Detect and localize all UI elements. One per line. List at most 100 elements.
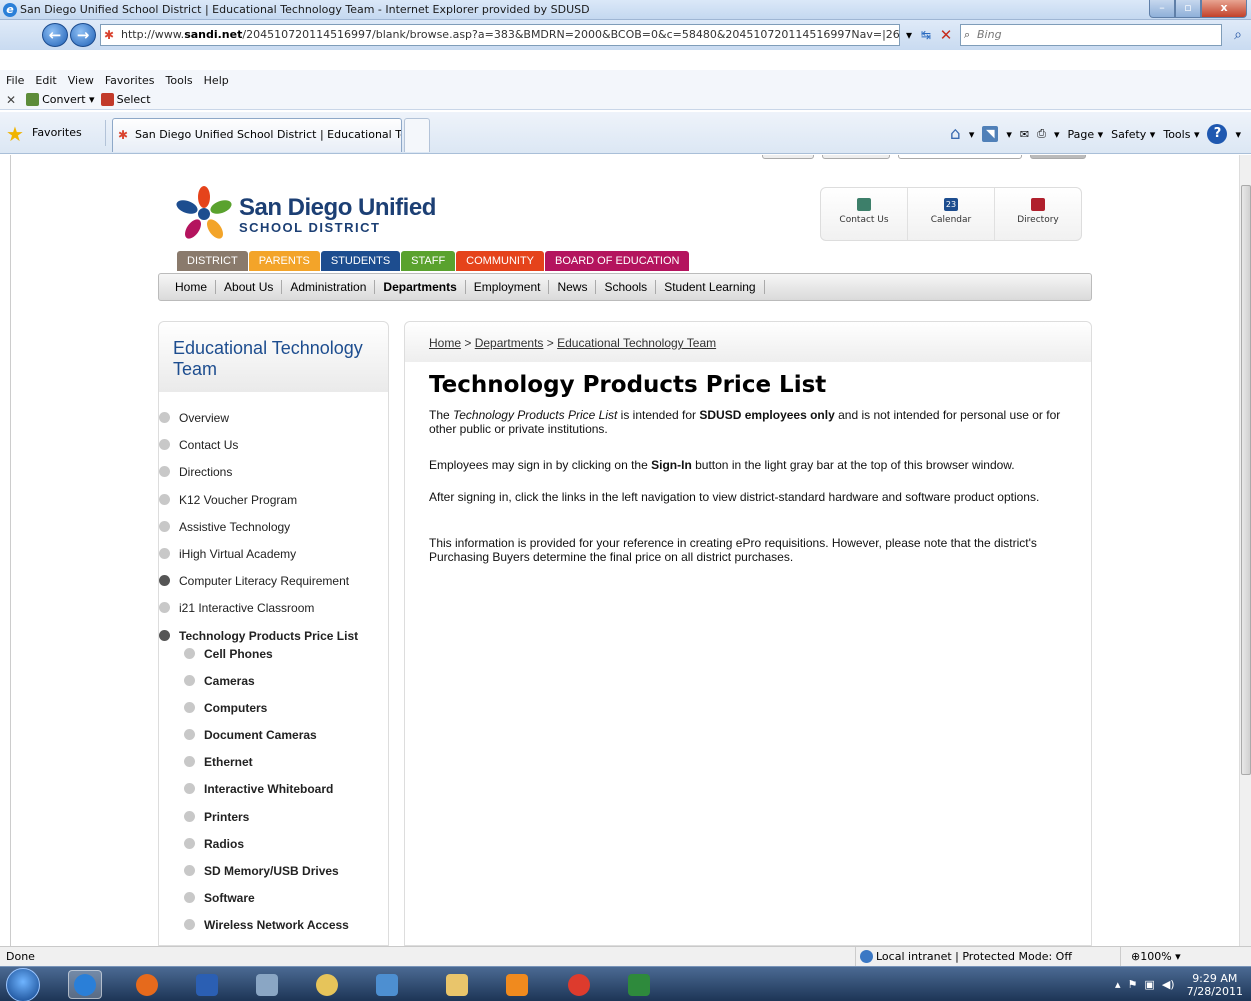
close-toolbar-icon[interactable]: ✕ [6,93,16,107]
taskbar-explorer-icon[interactable] [440,970,474,999]
sidebar-item-k12-voucher[interactable]: K12 Voucher Program [159,492,388,519]
stop-icon[interactable]: ✕ [936,24,956,46]
home-dropdown-icon[interactable]: ▾ [969,128,975,141]
nav-about-us[interactable]: About Us [216,280,283,294]
contact-us-link[interactable]: Contact Us [821,188,908,240]
home-icon[interactable]: ⌂ [950,124,961,144]
forward-button[interactable]: → [70,23,96,47]
page-menu[interactable]: Page ▾ [1067,128,1103,141]
sidebar-item-computer-literacy[interactable]: Computer Literacy Requirement [159,573,388,600]
sidebar-item-contact-us[interactable]: Contact Us [159,437,388,464]
print-icon[interactable]: ⎙ [1037,127,1046,141]
nav-news[interactable]: News [549,280,597,294]
start-button[interactable] [6,968,40,1001]
address-dropdown-icon[interactable]: ▾ [903,24,915,46]
maximize-button[interactable]: ▫ [1175,0,1201,18]
district-logo[interactable]: San Diego Unified SCHOOL DISTRICT [175,185,436,243]
tab-students[interactable]: STUDENTS [320,251,401,271]
convert-button[interactable]: Convert ▾ [26,93,95,106]
taskbar-paint-icon[interactable] [250,970,284,999]
nav-student-learning[interactable]: Student Learning [656,280,765,294]
breadcrumb-home[interactable]: Home [429,336,461,350]
sidebar-subitem-computers[interactable]: Computers [159,700,388,727]
menu-tools[interactable]: Tools [166,74,193,87]
breadcrumb-departments[interactable]: Departments [475,336,544,350]
sidebar-item-i21[interactable]: i21 Interactive Classroom [159,600,388,627]
sign-in-button[interactable] [762,155,814,159]
sidebar-subitem-cell-phones[interactable]: Cell Phones [159,646,388,673]
nav-administration[interactable]: Administration [282,280,376,294]
feeds-dropdown-icon[interactable]: ▾ [1006,128,1012,141]
sidebar-subitem-wireless[interactable]: Wireless Network Access [159,917,388,944]
tools-menu[interactable]: Tools ▾ [1163,128,1199,141]
tray-expand-icon[interactable]: ▴ [1115,978,1121,991]
tray-volume-icon[interactable]: ◀) [1162,978,1175,991]
sidebar-subitem-document-cameras[interactable]: Document Cameras [159,727,388,754]
tab-community[interactable]: COMMUNITY [456,251,544,271]
sidebar-item-price-list[interactable]: Technology Products Price List [159,628,388,646]
tab-district[interactable]: DISTRICT [177,251,248,271]
zoom-control[interactable]: ⊕100% ▾ [1120,947,1181,966]
sidebar-item-assistive-technology[interactable]: Assistive Technology [159,519,388,546]
search-input[interactable]: ⌕ Bing [960,24,1222,46]
menu-file[interactable]: File [6,74,24,87]
select-button[interactable]: Select [100,93,151,106]
compatibility-view-icon[interactable]: ↹ [916,24,936,46]
sidebar-subitem-sd-memory[interactable]: SD Memory/USB Drives [159,863,388,890]
tab-staff[interactable]: STAFF [401,251,456,271]
sidebar-subitem-radios[interactable]: Radios [159,836,388,863]
help-dropdown-icon[interactable]: ▾ [1235,128,1241,141]
taskbar-excel-icon[interactable] [622,970,656,999]
clock[interactable]: 9:29 AM 7/28/2011 [1187,972,1243,998]
nav-employment[interactable]: Employment [466,280,550,294]
sidebar-subitem-ethernet[interactable]: Ethernet [159,754,388,781]
taskbar-chrome-icon[interactable] [562,970,596,999]
schools-button[interactable] [822,155,890,159]
scrollbar-thumb[interactable] [1241,185,1251,775]
site-search-button[interactable] [1030,155,1086,159]
tab-board-of-education[interactable]: BOARD OF EDUCATION [545,251,690,271]
help-icon[interactable]: ? [1207,124,1228,144]
menu-favorites[interactable]: Favorites [105,74,155,87]
back-button[interactable]: ← [42,23,68,47]
taskbar-app-icon[interactable] [370,970,404,999]
safety-menu[interactable]: Safety ▾ [1111,128,1155,141]
site-search-input[interactable] [898,155,1022,159]
taskbar-outlook-icon[interactable] [500,970,534,999]
sidebar-item-directions[interactable]: Directions [159,464,388,491]
browser-tab[interactable]: ✱ San Diego Unified School District | Ed… [112,118,402,152]
menu-edit[interactable]: Edit [35,74,56,87]
nav-schools[interactable]: Schools [596,280,657,294]
sidebar-subitem-cameras[interactable]: Cameras [159,673,388,700]
calendar-link[interactable]: 23 Calendar [908,188,995,240]
sidebar-subitem-interactive-whiteboard[interactable]: Interactive Whiteboard [159,781,388,808]
search-go-icon[interactable]: ⌕ [1228,24,1248,46]
taskbar-firefox-icon[interactable] [130,970,164,999]
favorites-star-icon[interactable]: ★ [6,124,24,144]
new-tab-button[interactable] [404,118,430,152]
vertical-scrollbar[interactable] [1239,155,1251,946]
close-window-button[interactable]: x [1201,0,1247,18]
tray-flag-icon[interactable]: ⚑ [1128,978,1138,991]
read-mail-icon[interactable]: ✉ [1020,128,1029,141]
taskbar-media-icon[interactable] [310,970,344,999]
minimize-button[interactable]: – [1149,0,1175,18]
address-bar[interactable]: ✱ http://www.sandi.net/20451072011451699… [100,24,900,46]
nav-home[interactable]: Home [169,280,217,294]
sidebar-item-overview[interactable]: Overview [159,410,388,437]
sidebar-item-ihigh[interactable]: iHigh Virtual Academy [159,546,388,573]
breadcrumb-current[interactable]: Educational Technology Team [557,336,716,350]
security-zone[interactable]: Local intranet | Protected Mode: Off [855,947,1090,966]
tray-network-icon[interactable]: ▣ [1144,978,1154,991]
sidebar-subitem-printers[interactable]: Printers [159,809,388,836]
favorites-button[interactable]: Favorites [32,126,82,139]
taskbar-word-icon[interactable] [190,970,224,999]
menu-view[interactable]: View [68,74,94,87]
sidebar-subitem-software[interactable]: Software [159,890,388,917]
menu-help[interactable]: Help [204,74,229,87]
feeds-icon[interactable]: ◥ [982,126,999,142]
directory-link[interactable]: Directory [995,188,1081,240]
taskbar-ie-icon[interactable] [68,970,102,999]
tab-parents[interactable]: PARENTS [248,251,320,271]
print-dropdown-icon[interactable]: ▾ [1054,128,1060,141]
